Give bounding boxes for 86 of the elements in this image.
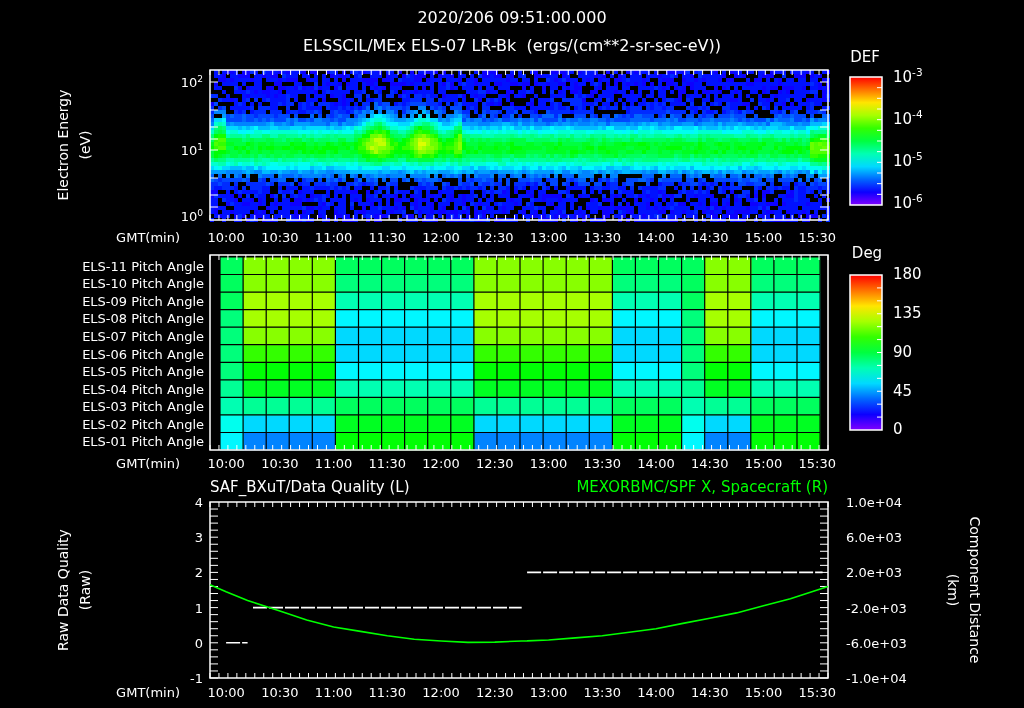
- axis-tick-label: 90: [893, 344, 913, 360]
- plot-title: 2020/206 09:51:00.000: [417, 10, 607, 26]
- axis-label: (km): [946, 573, 960, 607]
- axis-tick-label: 3: [194, 530, 203, 544]
- row-label: ELS-03 Pitch Angle: [82, 399, 204, 413]
- axis-tick-label: 10:00: [207, 230, 245, 244]
- axis-tick-label: 15:00: [744, 230, 783, 244]
- axis-tick-label: 10:00: [207, 685, 245, 699]
- axis-tick-label: 10$^{-5}$: [893, 153, 923, 169]
- axis-tick-label: 12:30: [476, 456, 514, 470]
- axis-tick-label: 12:00: [422, 456, 460, 470]
- axis-tick-label: 45: [893, 383, 913, 399]
- row-label: ELS-05 Pitch Angle: [82, 364, 204, 378]
- axis-tick-label: 12:00: [422, 230, 460, 244]
- series-title: MEXORBMC/SPF X, Spacecraft (R): [576, 479, 828, 495]
- axis-title: GMT(min): [116, 230, 180, 244]
- row-label: ELS-01 Pitch Angle: [82, 434, 204, 448]
- axis-tick-label: 10:30: [261, 456, 299, 470]
- axis-tick-label: 15:30: [798, 230, 836, 244]
- axis-tick-label: 15:00: [744, 685, 783, 699]
- axis-tick-label: 13:00: [529, 456, 568, 470]
- axis-tick-label: 15:00: [744, 456, 783, 470]
- axis-title: GMT(min): [116, 456, 180, 470]
- row-label: ELS-04 Pitch Angle: [82, 382, 204, 396]
- colorbar-title: Deg: [851, 245, 883, 261]
- row-label: ELS-09 Pitch Angle: [82, 294, 204, 308]
- axis-tick-label: 4: [194, 495, 203, 509]
- axis-tick-label: 2.0e+03: [846, 565, 903, 579]
- axis-tick-label: 1: [194, 601, 203, 615]
- axis-label: Component Distance: [968, 516, 982, 664]
- axis-tick-label: 10$^{-6}$: [893, 195, 923, 211]
- axis-tick-label: 12:30: [476, 685, 514, 699]
- axis-title: GMT(min): [116, 685, 180, 699]
- series-title: SAF_BXuT/Data Quality (L): [210, 479, 410, 495]
- axis-tick-label: 11:00: [314, 230, 353, 244]
- axis-tick-label: 14:00: [637, 456, 675, 470]
- axis-tick-label: 13:00: [529, 685, 568, 699]
- axis-tick-label: 14:30: [691, 230, 729, 244]
- axis-tick-label: 0: [194, 636, 203, 650]
- axis-tick-label: 14:30: [691, 456, 729, 470]
- row-label: ELS-10 Pitch Angle: [82, 276, 204, 290]
- row-label: ELS-02 Pitch Angle: [82, 417, 204, 431]
- axis-tick-label: -6.0e+03: [846, 636, 907, 650]
- axis-label: (eV): [78, 130, 92, 160]
- row-label: ELS-11 Pitch Angle: [82, 259, 204, 273]
- axis-tick-label: 10:30: [261, 230, 299, 244]
- row-label: ELS-08 Pitch Angle: [82, 311, 204, 325]
- axis-tick-label: 10$^{2}$: [180, 75, 203, 89]
- axis-tick-label: 11:30: [368, 456, 407, 470]
- plot-subtitle: ELSSCIL/MEx ELS-07 LR-Bk (ergs/(cm**2-sr-sec-eV)): [303, 38, 721, 54]
- axis-tick-label: 13:30: [583, 685, 621, 699]
- axis-tick-label: 10$^{0}$: [180, 209, 203, 223]
- axis-tick-label: 11:30: [368, 685, 407, 699]
- axis-tick-label: 13:30: [583, 456, 621, 470]
- axis-tick-label: 14:00: [637, 230, 675, 244]
- axis-tick-label: 14:30: [691, 685, 729, 699]
- axis-tick-label: -1.0e+04: [846, 671, 907, 685]
- axis-tick-label: 13:30: [583, 230, 621, 244]
- axis-label: Raw Data Quality: [56, 529, 70, 651]
- axis-tick-label: 15:30: [798, 456, 836, 470]
- axis-label: Electron Energy: [56, 89, 70, 201]
- row-label: ELS-06 Pitch Angle: [82, 347, 204, 360]
- axis-label: (Raw): [78, 569, 92, 611]
- row-label: ELS-07 Pitch Angle: [82, 329, 204, 343]
- axis-tick-label: -1: [190, 671, 203, 685]
- axis-tick-label: 135: [893, 305, 922, 321]
- axis-tick-label: 11:00: [314, 456, 353, 470]
- axis-tick-label: 11:30: [368, 230, 407, 244]
- axis-tick-label: 10$^{1}$: [180, 143, 203, 157]
- axis-tick-label: 0: [893, 421, 903, 437]
- axis-tick-label: 6.0e+03: [846, 530, 903, 544]
- axis-tick-label: 10:00: [207, 456, 245, 470]
- axis-tick-label: 2: [194, 565, 203, 579]
- axis-tick-label: 11:00: [314, 685, 353, 699]
- axis-tick-label: 10$^{-4}$: [893, 111, 923, 127]
- axis-tick-label: 15:30: [798, 685, 836, 699]
- axis-tick-label: -2.0e+03: [846, 601, 907, 615]
- axis-tick-label: 180: [893, 266, 922, 282]
- colorbar-title: DEF: [850, 49, 880, 65]
- axis-tick-label: 12:30: [476, 230, 514, 244]
- axis-tick-label: 1.0e+04: [846, 495, 903, 509]
- axis-tick-label: 10$^{-3}$: [893, 69, 923, 85]
- axis-tick-label: 12:00: [422, 685, 460, 699]
- axis-tick-label: 13:00: [529, 230, 568, 244]
- axis-tick-label: 14:00: [637, 685, 675, 699]
- axis-tick-label: 10:30: [261, 685, 299, 699]
